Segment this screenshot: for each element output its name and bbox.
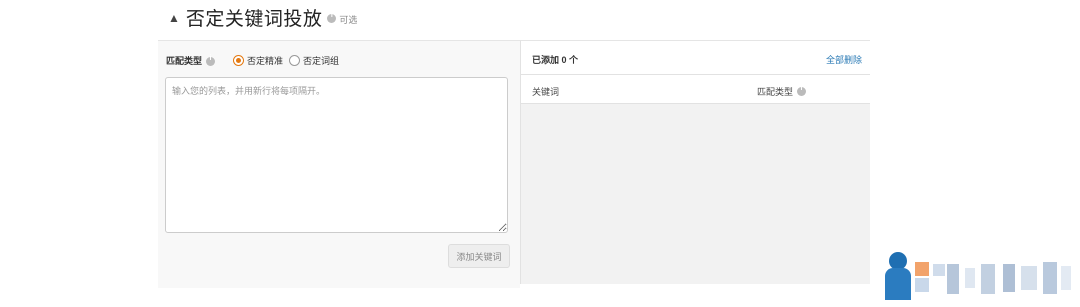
radio-negative-phrase[interactable]: 否定词组 (289, 54, 339, 67)
watermark-tile (965, 268, 975, 288)
page: ▲ 否定关键词投放 可选 匹配类型 否定精准 否定词组 添加关键词 已添加 0 … (0, 0, 1080, 307)
radio-checked-icon[interactable] (233, 55, 245, 66)
watermark-logo (885, 252, 1075, 302)
watermark-tile (1061, 266, 1071, 290)
watermark-tile (1043, 262, 1057, 294)
section-header[interactable]: ▲ 否定关键词投放 可选 (168, 4, 357, 31)
radio-label: 否定词组 (303, 56, 340, 66)
watermark-tile (981, 264, 995, 294)
chevron-up-icon[interactable]: ▲ (168, 11, 180, 25)
keyword-list-input[interactable] (165, 77, 508, 233)
keywords-table-header: 关键词 匹配类型 (521, 75, 870, 104)
section-title: 否定关键词投放 (185, 9, 323, 30)
watermark-tile (947, 264, 959, 294)
match-type-row: 匹配类型 否定精准 否定词组 (166, 54, 345, 67)
watermark-tile (915, 278, 929, 292)
radio-unchecked-icon[interactable] (289, 55, 301, 66)
column-header-match-type: 匹配类型 (757, 85, 807, 98)
added-keywords-header: 已添加 0 个 全部删除 (521, 41, 870, 75)
watermark-figure (885, 268, 911, 300)
watermark-tile (915, 262, 929, 276)
add-keywords-button[interactable]: 添加关键词 (448, 244, 510, 268)
watermark-tile (933, 264, 945, 276)
remove-all-link[interactable]: 全部删除 (826, 53, 862, 66)
info-icon[interactable] (327, 12, 337, 23)
info-icon[interactable] (797, 85, 807, 96)
info-icon[interactable] (206, 55, 216, 66)
match-type-label: 匹配类型 (166, 56, 203, 66)
added-count: 已添加 0 个 (532, 55, 579, 65)
column-header-keyword: 关键词 (532, 87, 560, 97)
radio-negative-exact[interactable]: 否定精准 (233, 54, 283, 67)
keyword-entry-panel: 匹配类型 否定精准 否定词组 添加关键词 (158, 40, 520, 288)
radio-label: 否定精准 (247, 56, 284, 66)
column-header-match-type-label: 匹配类型 (757, 87, 794, 97)
optional-label: 可选 (339, 15, 358, 25)
added-keywords-panel: 已添加 0 个 全部删除 关键词 匹配类型 (520, 40, 870, 284)
watermark-tile (1021, 266, 1037, 290)
watermark-tile (1003, 264, 1015, 292)
